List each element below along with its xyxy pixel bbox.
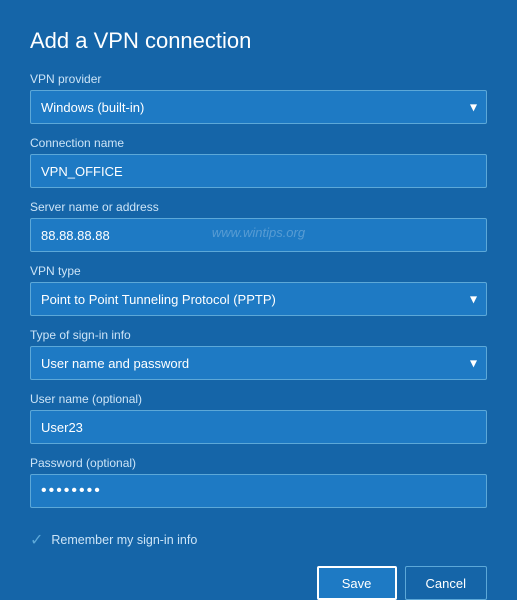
signin-info-select-wrapper: User name and password bbox=[30, 346, 487, 380]
server-name-group: Server name or address bbox=[30, 200, 487, 252]
signin-info-group: Type of sign-in info User name and passw… bbox=[30, 328, 487, 380]
password-group: Password (optional) bbox=[30, 456, 487, 508]
vpn-type-group: VPN type Point to Point Tunneling Protoc… bbox=[30, 264, 487, 316]
password-label: Password (optional) bbox=[30, 456, 487, 470]
connection-name-input[interactable] bbox=[30, 154, 487, 188]
vpn-type-select[interactable]: Point to Point Tunneling Protocol (PPTP) bbox=[30, 282, 487, 316]
connection-name-label: Connection name bbox=[30, 136, 487, 150]
vpn-provider-select-wrapper: Windows (built-in) bbox=[30, 90, 487, 124]
vpn-provider-group: VPN provider Windows (built-in) bbox=[30, 72, 487, 124]
checkmark-icon: ✓ bbox=[30, 530, 43, 550]
connection-name-group: Connection name bbox=[30, 136, 487, 188]
button-row: Save Cancel bbox=[30, 566, 487, 600]
password-input[interactable] bbox=[30, 474, 487, 508]
signin-info-label: Type of sign-in info bbox=[30, 328, 487, 342]
remember-signin-label: Remember my sign-in info bbox=[51, 533, 197, 547]
remember-signin-row[interactable]: ✓ Remember my sign-in info bbox=[30, 530, 487, 550]
server-name-label: Server name or address bbox=[30, 200, 487, 214]
vpn-provider-select[interactable]: Windows (built-in) bbox=[30, 90, 487, 124]
signin-info-select[interactable]: User name and password bbox=[30, 346, 487, 380]
username-input[interactable] bbox=[30, 410, 487, 444]
vpn-type-select-wrapper: Point to Point Tunneling Protocol (PPTP) bbox=[30, 282, 487, 316]
save-button[interactable]: Save bbox=[317, 566, 397, 600]
username-label: User name (optional) bbox=[30, 392, 487, 406]
dialog-title: Add a VPN connection bbox=[30, 28, 487, 54]
cancel-button[interactable]: Cancel bbox=[405, 566, 487, 600]
server-name-input[interactable] bbox=[30, 218, 487, 252]
vpn-provider-label: VPN provider bbox=[30, 72, 487, 86]
dialog-container: Add a VPN connection VPN provider Window… bbox=[0, 0, 517, 550]
vpn-type-label: VPN type bbox=[30, 264, 487, 278]
username-group: User name (optional) bbox=[30, 392, 487, 444]
